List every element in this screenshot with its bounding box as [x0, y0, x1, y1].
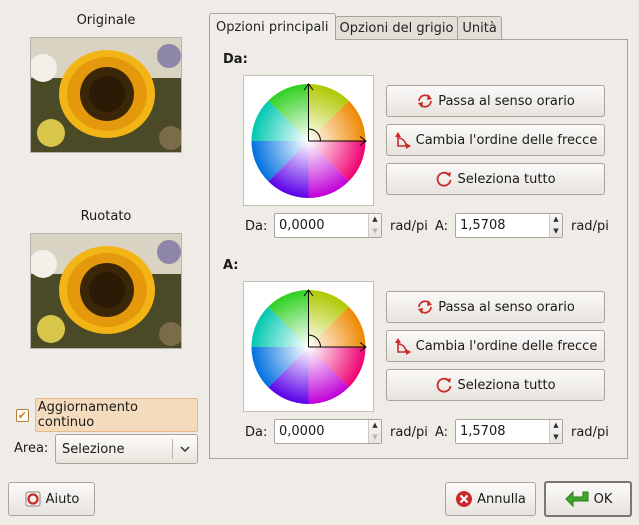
rotated-preview-image [30, 233, 182, 349]
to-section-title: A: [223, 258, 239, 273]
continuous-update-toggle[interactable]: ✔ Aggiornamento continuo [14, 398, 198, 432]
area-label: Area: [14, 441, 49, 456]
continuous-update-label[interactable]: Aggiornamento continuo [34, 398, 198, 432]
from-start-spinbutton[interactable]: 0,0000 ▲ ▼ [274, 213, 382, 238]
spin-arrows: ▲ ▼ [368, 420, 381, 443]
ok-label: OK [593, 491, 613, 507]
rotate-arrows-icon [416, 92, 434, 110]
help-icon [24, 490, 42, 508]
ok-icon [564, 489, 590, 509]
area-select-value: Selezione [62, 441, 125, 457]
from-start-value[interactable]: 0,0000 [275, 214, 368, 237]
spin-down-icon[interactable]: ▼ [550, 432, 562, 444]
spin-up-icon[interactable]: ▲ [550, 214, 562, 226]
from-clockwise-label: Passa al senso orario [438, 93, 575, 109]
cancel-icon [455, 490, 473, 508]
tab-gray-options[interactable]: Opzioni del grigio [334, 16, 459, 40]
help-label: Aiuto [45, 491, 80, 507]
to-swap-arrows-button[interactable]: Cambia l'ordine delle frecce [386, 330, 605, 362]
spin-arrows: ▲ ▼ [368, 214, 381, 237]
to-start-value[interactable]: 0,0000 [275, 420, 368, 443]
spin-up-icon[interactable]: ▲ [550, 420, 562, 432]
from-end-spinbutton[interactable]: 1,5708 ▲ ▼ [455, 213, 563, 238]
spin-up-icon[interactable]: ▲ [369, 214, 381, 226]
cancel-label: Annulla [477, 491, 526, 507]
swap-arrows-icon [394, 337, 412, 355]
area-select[interactable]: Selezione [55, 434, 198, 464]
from-select-all-button[interactable]: Seleziona tutto [386, 163, 605, 195]
spin-down-icon[interactable]: ▼ [550, 226, 562, 238]
full-circle-arrow-icon [435, 170, 453, 188]
spin-arrows: ▲ ▼ [549, 214, 562, 237]
cancel-button[interactable]: Annulla [445, 482, 536, 516]
full-circle-arrow-icon [435, 376, 453, 394]
to-clockwise-label: Passa al senso orario [438, 299, 575, 315]
to-start-spinbutton[interactable]: 0,0000 ▲ ▼ [274, 419, 382, 444]
to-clockwise-button[interactable]: Passa al senso orario [386, 291, 605, 323]
from-end-value[interactable]: 1,5708 [456, 214, 549, 237]
ok-button[interactable]: OK [544, 481, 632, 517]
from-end-unit: rad/pi [571, 219, 609, 234]
from-swap-arrows-label: Cambia l'ordine delle frecce [415, 132, 598, 148]
to-select-all-label: Seleziona tutto [457, 377, 556, 393]
to-swap-arrows-label: Cambia l'ordine delle frecce [415, 338, 598, 354]
swap-arrows-icon [394, 131, 412, 149]
spin-arrows: ▲ ▼ [549, 420, 562, 443]
to-start-label: Da: [245, 425, 268, 440]
from-swap-arrows-button[interactable]: Cambia l'ordine delle frecce [386, 124, 605, 156]
to-select-all-button[interactable]: Seleziona tutto [386, 369, 605, 401]
rotate-arrows-icon [416, 298, 434, 316]
from-section-title: Da: [223, 52, 248, 67]
to-end-spinbutton[interactable]: 1,5708 ▲ ▼ [455, 419, 563, 444]
from-color-wheel[interactable] [243, 75, 374, 206]
from-start-unit: rad/pi [390, 219, 428, 234]
from-start-label: Da: [245, 219, 268, 234]
from-select-all-label: Seleziona tutto [457, 171, 556, 187]
rotated-caption: Ruotato [80, 209, 132, 224]
original-preview-image [30, 37, 182, 153]
to-end-label: A: [435, 425, 449, 440]
spin-down-icon[interactable]: ▼ [369, 226, 381, 238]
original-caption: Originale [76, 13, 136, 28]
to-start-unit: rad/pi [390, 425, 428, 440]
tab-main-options[interactable]: Opzioni principali [209, 13, 336, 40]
to-end-value[interactable]: 1,5708 [456, 420, 549, 443]
spin-up-icon[interactable]: ▲ [369, 420, 381, 432]
from-end-label: A: [435, 219, 449, 234]
to-color-wheel[interactable] [243, 281, 374, 412]
to-end-unit: rad/pi [571, 425, 609, 440]
tab-bar: Opzioni principali Opzioni del grigio Un… [209, 13, 502, 40]
checkbox-checked-icon[interactable]: ✔ [16, 408, 29, 422]
tab-units[interactable]: Unità [457, 16, 502, 40]
spin-down-icon[interactable]: ▼ [369, 432, 381, 444]
chevron-down-icon [173, 446, 197, 452]
from-clockwise-button[interactable]: Passa al senso orario [386, 85, 605, 117]
help-button[interactable]: Aiuto [8, 482, 95, 516]
